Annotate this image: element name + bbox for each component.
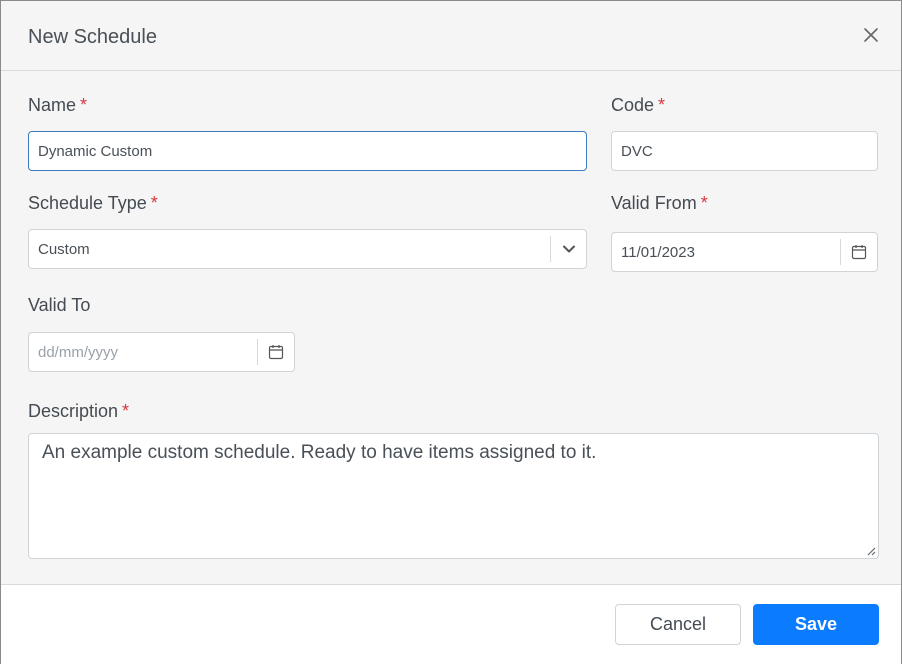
name-field[interactable]: Dynamic Custom [28, 131, 587, 171]
valid-to-date-input[interactable]: dd/mm/yyyy [28, 332, 295, 372]
description-label: Description * [28, 401, 129, 422]
description-value: An example custom schedule. Ready to hav… [42, 442, 597, 463]
calendar-icon [851, 245, 867, 260]
new-schedule-dialog: New Schedule Name * Dynamic Custom Code * … [0, 0, 902, 664]
description-label-text: Description [28, 401, 119, 421]
valid-to-label-text: Valid To [28, 295, 91, 315]
resize-handle-icon[interactable] [866, 546, 876, 556]
chevron-down-icon [563, 245, 575, 253]
valid-from-label: Valid From * [611, 193, 708, 214]
name-label: Name * [28, 95, 87, 116]
dialog-title: New Schedule [28, 26, 157, 48]
valid-from-label-text: Valid From [611, 193, 697, 213]
dialog-header: New Schedule [1, 1, 901, 71]
valid-from-calendar-button[interactable] [841, 233, 877, 271]
code-field[interactable]: DVC [611, 131, 878, 171]
schedule-type-value: Custom [38, 240, 90, 258]
valid-from-value: 11/01/2023 [621, 243, 695, 261]
name-value: Dynamic Custom [38, 142, 153, 160]
valid-to-placeholder: dd/mm/yyyy [38, 343, 119, 361]
save-button[interactable]: Save [753, 604, 879, 645]
required-marker: * [122, 401, 130, 421]
description-textarea[interactable]: An example custom schedule. Ready to hav… [28, 433, 879, 559]
code-label-text: Code [611, 95, 655, 115]
required-marker: * [80, 95, 88, 115]
close-icon [864, 28, 878, 42]
calendar-icon [268, 345, 284, 360]
schedule-type-select[interactable]: Custom [28, 229, 587, 269]
schedule-type-label-text: Schedule Type [28, 193, 147, 213]
code-label: Code * [611, 95, 665, 116]
required-marker: * [700, 193, 708, 213]
dialog-footer: Cancel Save [1, 584, 901, 664]
name-label-text: Name [28, 95, 77, 115]
code-value: DVC [621, 142, 653, 160]
close-button[interactable] [859, 23, 883, 47]
cancel-button[interactable]: Cancel [615, 604, 741, 645]
schedule-type-dropdown-toggle[interactable] [551, 230, 587, 268]
valid-to-label: Valid To [28, 295, 90, 316]
valid-from-date-input[interactable]: 11/01/2023 [611, 232, 878, 272]
required-marker: * [658, 95, 666, 115]
schedule-type-label: Schedule Type * [28, 193, 158, 214]
valid-to-calendar-button[interactable] [258, 333, 294, 371]
required-marker: * [150, 193, 158, 213]
